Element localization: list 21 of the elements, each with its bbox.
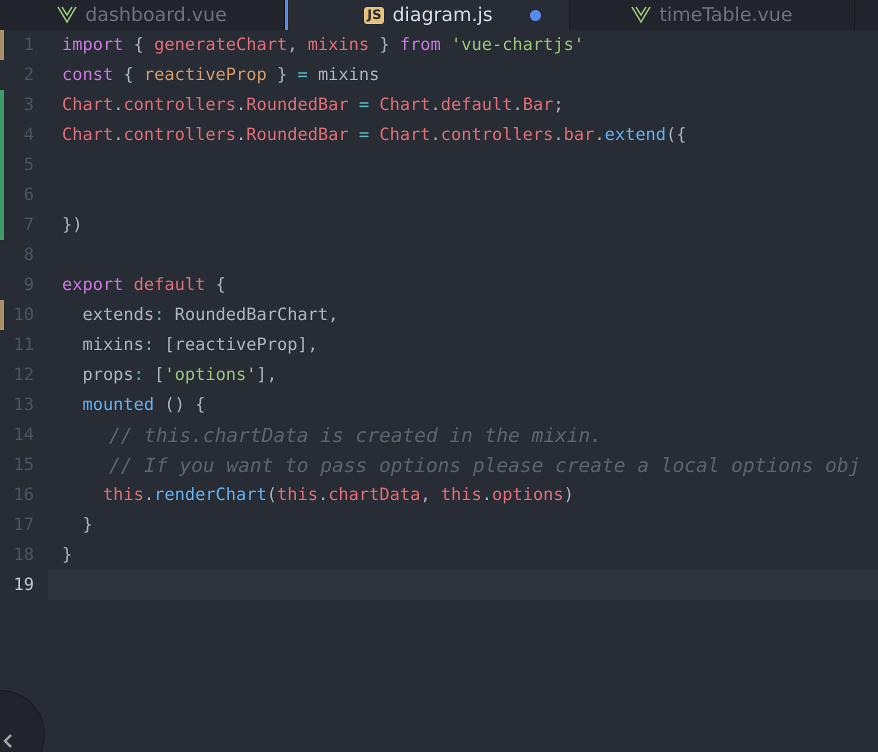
code-line: this.renderChart(this.chartData, this.options) xyxy=(102,485,574,505)
code-line: // If you want to pass options please create a local options obj xyxy=(108,454,860,476)
code-line: extends: RoundedBarChart, xyxy=(81,305,338,325)
vue-logo-icon xyxy=(57,6,78,24)
code-line: Chart.controllers.RoundedBar = Chart.controllers.bar.extend({ xyxy=(62,125,687,145)
code-line: Chart.controllers.RoundedBar = Chart.default.Bar; xyxy=(62,95,564,115)
js-file-icon: JS xyxy=(364,6,384,24)
vue-logo-icon xyxy=(631,6,652,24)
code-line: } xyxy=(81,515,93,535)
code-line: // this.chartData is created in the mixin. xyxy=(108,424,602,446)
code-line: mixins: [reactiveProp], xyxy=(81,335,318,355)
code-line: export default { xyxy=(62,275,226,295)
line-number: 19 xyxy=(14,575,34,595)
code-line: } xyxy=(62,545,72,565)
code-line: import { generateChart, mixins } from 'vue-chartjs' xyxy=(62,35,584,55)
chevron-left-icon xyxy=(2,733,14,749)
code-line: }) xyxy=(62,215,82,235)
code-line: mounted () { xyxy=(81,395,206,415)
code-line: props: ['options'], xyxy=(81,365,277,385)
code-line: const { reactiveProp } = mixins xyxy=(62,65,380,85)
file-tab[interactable]: JS diagram.js xyxy=(285,0,570,30)
